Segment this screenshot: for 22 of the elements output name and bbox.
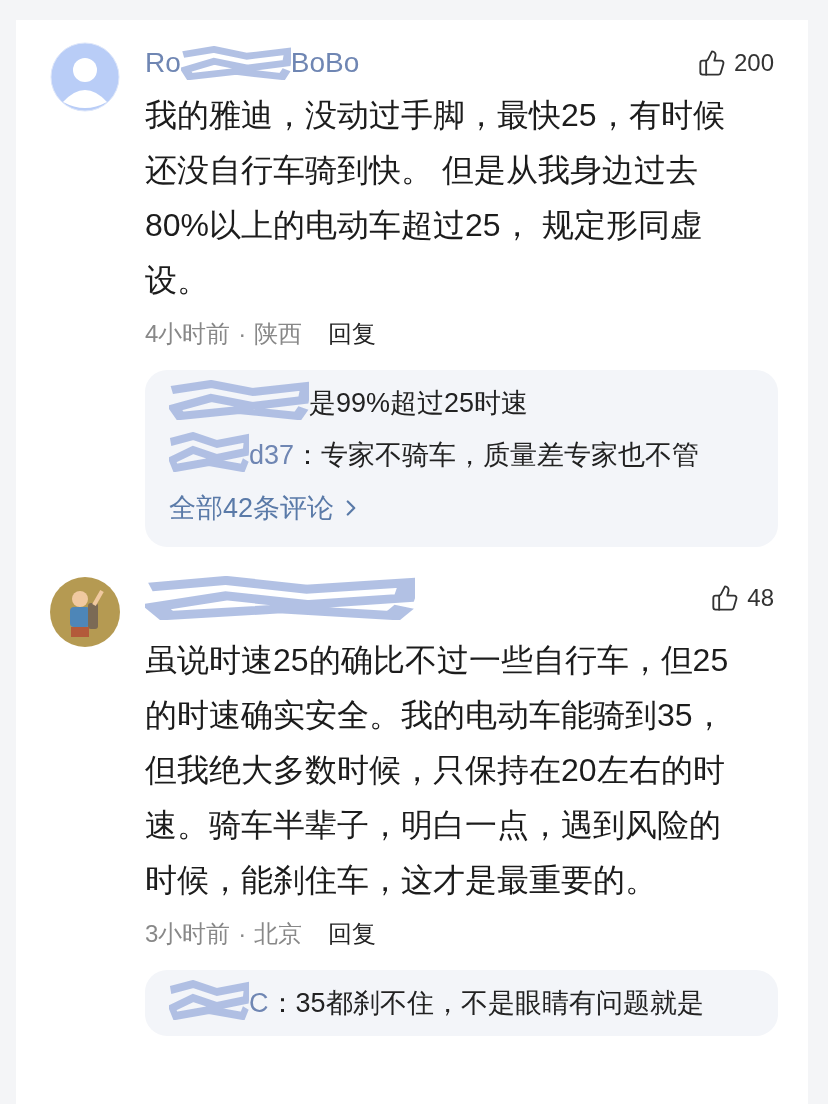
reply-text: 是99%超过25时速 [309,387,530,420]
reply-text: ：专家不骑车，质量差专家也不管 [294,439,701,472]
comment-time: 4小时前 [145,319,231,349]
separator-dot: · [238,319,247,349]
comment-location: 北京 [254,918,303,949]
reply-text: ：35都刹不住，不是眼睛有问题就是 [268,986,705,1020]
like-icon[interactable] [697,49,726,77]
reply-link[interactable]: 回复 [328,316,377,352]
like-icon[interactable] [711,583,740,612]
like-count: 48 [747,582,774,613]
reply-link[interactable]: 回复 [328,915,377,952]
comment-time: 3小时前 [145,918,231,949]
comment-text: 我的雅迪，没动过手脚，最快25，有时候还没自行车骑到快。 但是从我身边过去80%以上的电动车超过25， 规定形同虚设。 [145,96,726,300]
reply-author[interactable]: d37 [249,432,295,478]
comment-location: 陕西 [254,319,303,349]
username[interactable]: Ro [145,42,181,84]
reply-author[interactable]: C [249,979,269,1026]
like-count: 200 [733,48,774,78]
username[interactable]: BoBo [290,42,360,84]
all-comments-link[interactable]: 全部42条评论 [169,488,365,529]
separator-dot: · [238,918,247,949]
comment-text: 虽说时速25的确比不过一些自行车，但25的时速确实安全。我的电动车能骑到35，但我绝大多数时候，只保持在20左右的时速。骑车半辈子，明白一点，遇到风险的时候，能刹住车，这才是最重要的。 [145,640,730,900]
